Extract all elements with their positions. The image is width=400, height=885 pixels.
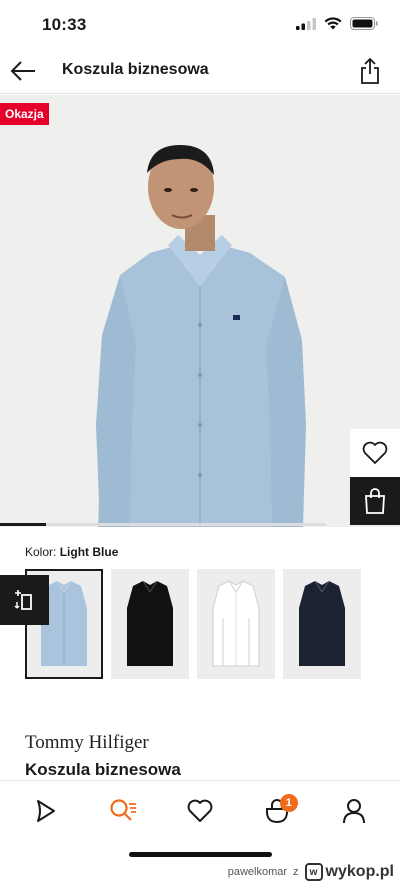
- heart-icon: [362, 441, 388, 464]
- page-title: Koszula biznesowa: [62, 61, 209, 78]
- color-variant-2[interactable]: [197, 569, 275, 679]
- profile-icon: [342, 798, 365, 823]
- home-indicator: [129, 852, 272, 857]
- share-icon: [361, 58, 379, 84]
- back-arrow-icon: [10, 61, 35, 81]
- bottom-tab-bar: 1: [0, 780, 400, 840]
- deal-badge: Okazja: [0, 103, 49, 125]
- watermark: pawelkomar z w wykop.pl: [228, 863, 394, 881]
- tab-discover[interactable]: [21, 789, 71, 833]
- play-icon: [37, 799, 56, 822]
- color-label-prefix: Kolor:: [25, 545, 57, 559]
- watermark-logo: w wykop.pl: [304, 863, 394, 881]
- watermark-site: wykop.pl: [325, 863, 394, 880]
- add-to-wishlist-button[interactable]: [350, 429, 400, 477]
- shirt-thumbnail: [299, 580, 345, 666]
- color-variant-1[interactable]: [111, 569, 189, 679]
- shirt-thumbnail: [127, 580, 173, 666]
- gallery-progress-fill: [0, 523, 46, 526]
- compare-icon: [14, 590, 32, 610]
- shopping-bag-icon: [365, 488, 385, 514]
- battery-icon: [350, 17, 378, 30]
- gallery-progress-bar: [0, 523, 326, 526]
- color-label: Kolor: Light Blue: [25, 545, 118, 559]
- watermark-z: z: [293, 866, 299, 878]
- wifi-icon: [324, 17, 342, 30]
- status-bar: 10:33: [0, 0, 400, 48]
- tab-search[interactable]: [98, 789, 148, 833]
- shirt-thumbnail: [212, 580, 260, 667]
- tab-profile[interactable]: [329, 789, 379, 833]
- top-app-bar: Koszula biznesowa: [0, 48, 400, 94]
- compare-button[interactable]: [0, 575, 49, 625]
- share-button[interactable]: [354, 54, 386, 88]
- status-icons: [296, 17, 378, 30]
- tab-cart[interactable]: 1: [252, 789, 302, 833]
- brand-name[interactable]: Tommy Hilfiger: [25, 732, 149, 754]
- product-name: Koszula biznesowa: [25, 760, 181, 779]
- back-button[interactable]: [6, 55, 40, 87]
- wykop-logo-icon: w: [304, 863, 323, 881]
- status-time: 10:33: [42, 15, 87, 34]
- watermark-user: pawelkomar: [227, 866, 288, 878]
- tab-wishlist[interactable]: [175, 789, 225, 833]
- color-variant-3[interactable]: [283, 569, 361, 679]
- cart-count-badge: 1: [279, 793, 298, 812]
- signal-icon: [296, 17, 316, 30]
- heart-icon: [187, 799, 213, 822]
- selected-color-name: Light Blue: [59, 545, 119, 559]
- add-to-bag-button[interactable]: [350, 477, 400, 525]
- product-image-gallery[interactable]: Okazja: [0, 95, 400, 527]
- search-icon: [110, 798, 137, 821]
- product-photo: [0, 95, 400, 527]
- color-variant-list: [25, 569, 361, 679]
